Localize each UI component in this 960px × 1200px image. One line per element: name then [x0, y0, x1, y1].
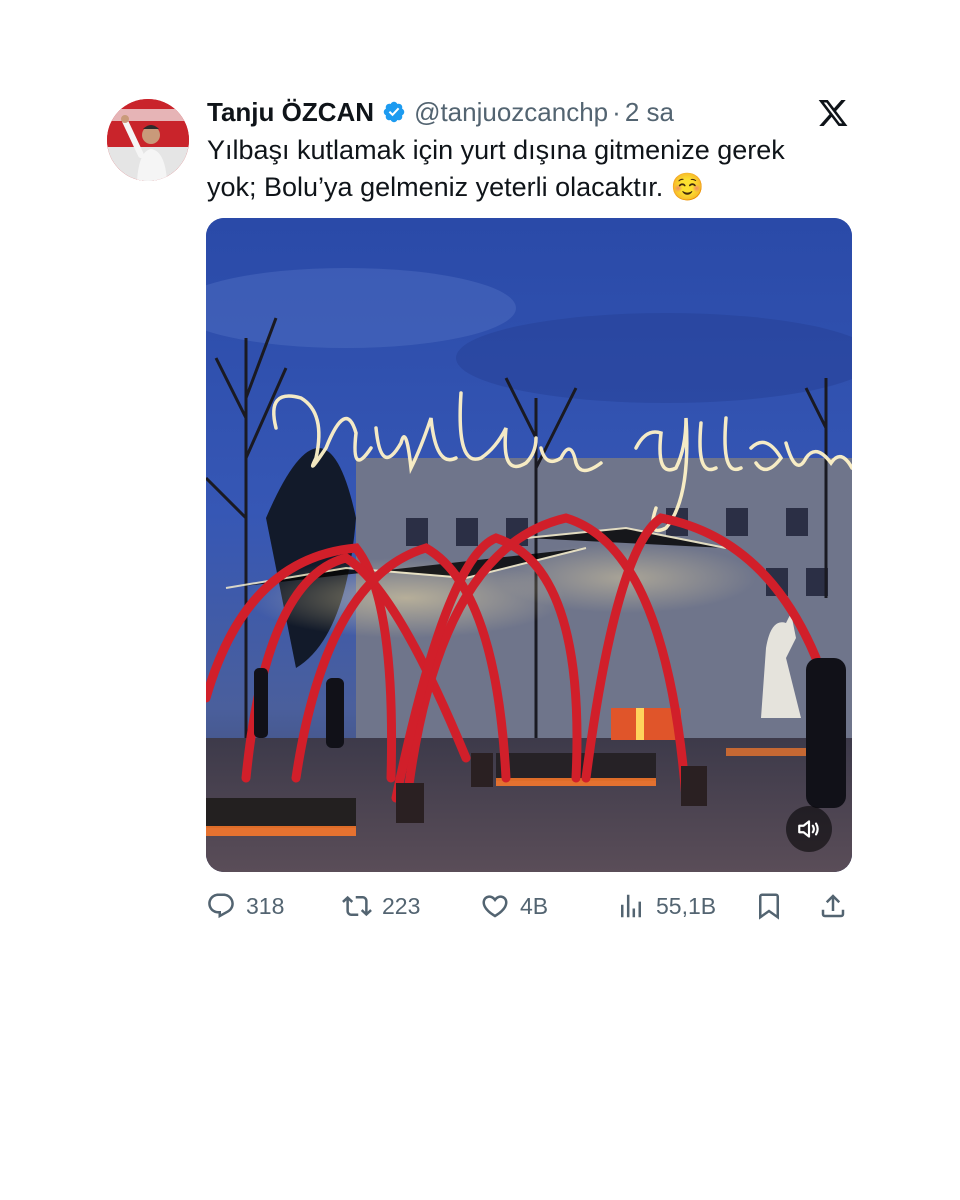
reply-count: 318 [246, 892, 285, 919]
verified-badge-icon [383, 101, 405, 123]
avatar[interactable] [107, 99, 189, 181]
speaker-icon [798, 820, 819, 838]
like-button[interactable]: 4B [480, 886, 548, 926]
dot-separator: · [612, 96, 621, 127]
handle[interactable]: @tanjuozcanchp [414, 97, 608, 128]
view-count: 55,1B [656, 892, 717, 919]
reply-icon [208, 893, 234, 919]
video-player[interactable] [206, 218, 852, 872]
bookmark-icon [759, 893, 779, 920]
mute-toggle-button[interactable] [786, 806, 832, 852]
like-count: 4B [520, 892, 549, 919]
share-button[interactable] [818, 886, 848, 926]
heart-icon [482, 895, 508, 918]
share-icon [821, 894, 845, 918]
timestamp[interactable]: 2 sa [625, 97, 674, 128]
tweet-header: Tanju ÖZCAN @tanjuozcanchp · 2 sa [207, 94, 674, 130]
retweet-button[interactable]: 223 [342, 886, 420, 926]
tweet-text-line: Yılbaşı kutlamak için yurt dışına gitmen… [207, 135, 785, 165]
analytics-icon [621, 894, 641, 918]
tweet-text-line: yok; Bolu’ya gelmeniz yeterli olacaktır.… [207, 172, 705, 202]
video-frame [206, 218, 852, 872]
tweet-action-bar: 318 223 4B 55,1B [206, 886, 852, 926]
x-logo-icon[interactable] [816, 97, 850, 129]
retweet-icon [342, 895, 372, 917]
bookmark-button[interactable] [754, 886, 784, 926]
views-button[interactable]: 55,1B [616, 886, 716, 926]
display-name[interactable]: Tanju ÖZCAN [207, 97, 374, 128]
profile-photo [107, 99, 189, 181]
retweet-count: 223 [382, 892, 421, 919]
tweet-text: Yılbaşı kutlamak için yurt dışına gitmen… [207, 132, 847, 206]
reply-button[interactable]: 318 [206, 886, 284, 926]
